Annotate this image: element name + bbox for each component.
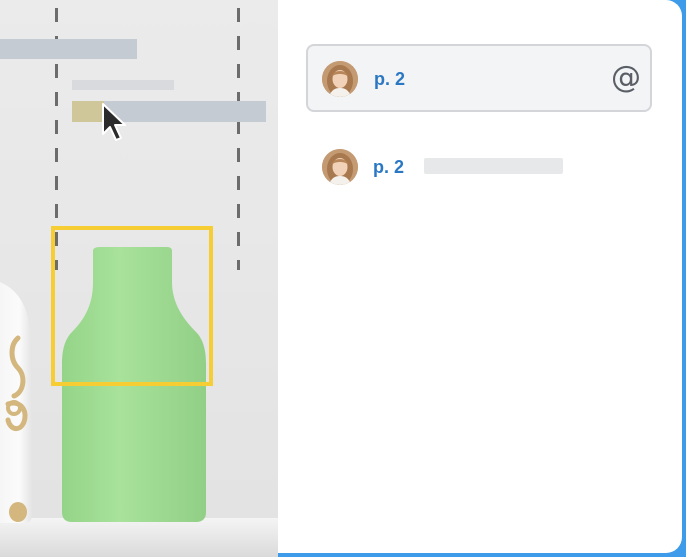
product-illustration: [0, 103, 213, 523]
avatar-portrait: [322, 149, 358, 185]
avatar: [322, 149, 358, 185]
comment-text-placeholder: [424, 158, 563, 174]
cursor-arrow-icon: [102, 103, 126, 141]
mention-input[interactable]: p. 2 @: [306, 44, 652, 112]
avatar-portrait: [322, 61, 358, 97]
page-reference[interactable]: p. 2: [374, 69, 405, 90]
comment-row: p. 2: [278, 140, 682, 200]
avatar: [322, 61, 358, 97]
app-frame: p. 2 @ p. 2: [0, 0, 686, 557]
at-mention-icon[interactable]: @: [609, 61, 643, 95]
page-reference[interactable]: p. 2: [373, 157, 404, 178]
comment-panel: p. 2 @ p. 2: [278, 0, 682, 553]
white-bottle: [0, 282, 32, 523]
design-canvas[interactable]: [0, 0, 278, 557]
